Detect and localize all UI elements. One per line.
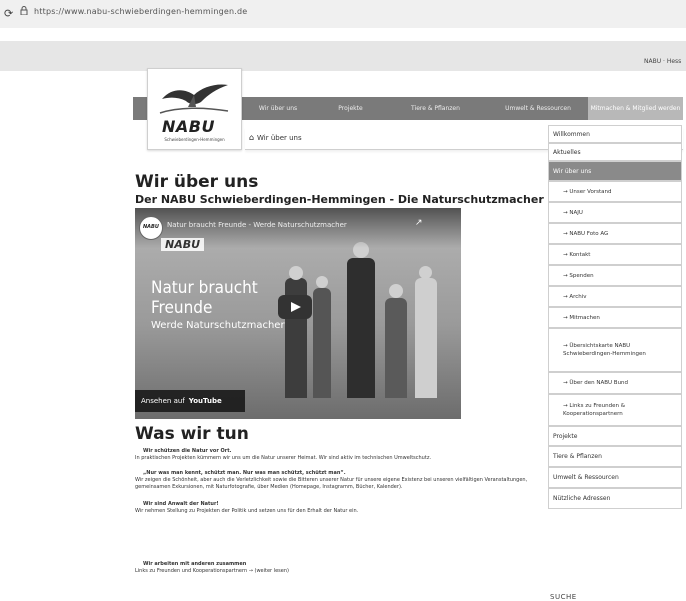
logo-wordmark: NABU: [162, 117, 215, 136]
sidebar-item-willkommen[interactable]: Willkommen: [548, 125, 682, 143]
nav-item-mitmachen[interactable]: Mitmachen & Mitglied werden: [588, 97, 683, 120]
url-field[interactable]: https://www.nabu-schwieberdingen-hemming…: [34, 7, 247, 16]
utility-links[interactable]: NABU · Hess: [644, 58, 681, 65]
nav-item-tiere-pflanzen[interactable]: Tiere & Pflanzen: [388, 97, 483, 120]
watch-label: Ansehen auf: [141, 397, 185, 405]
list-item-lead: Wir schützen die Natur vor Ort.: [143, 448, 232, 454]
video-person-head: [289, 266, 303, 280]
list-item-text: Wir nehmen Stellung zu Projekten der Pol…: [135, 508, 359, 514]
section-title: Was wir tun: [135, 424, 249, 444]
nav-item-umwelt-ressourcen[interactable]: Umwelt & Ressourcen: [503, 97, 573, 120]
share-icon[interactable]: ↗: [415, 218, 423, 228]
page-subtitle: Der NABU Schwieberdingen-Hemmingen - Die…: [135, 193, 544, 206]
video-person: [347, 258, 375, 398]
list-item-text: In praktischen Projekten kümmern wir uns…: [135, 455, 432, 461]
sidebar-item-nabu-bund[interactable]: → Über den NABU Bund: [548, 372, 682, 394]
video-claim-line3: Werde Naturschutzmacher: [151, 320, 285, 331]
breadcrumb-current: Wir über uns: [257, 134, 302, 142]
video-person: [415, 278, 437, 398]
video-person: [313, 288, 331, 398]
video-player[interactable]: NABU Natur braucht Freunde - Werde Natur…: [135, 208, 461, 419]
list-item: Wir sind Anwalt der Natur! Wir nehmen St…: [135, 501, 535, 515]
home-icon[interactable]: ⌂: [249, 133, 254, 142]
sidebar-item-naju[interactable]: → NAJU: [548, 202, 682, 223]
video-claim: Natur braucht Freunde: [151, 278, 258, 318]
channel-avatar-label: NABU: [143, 224, 159, 230]
stork-icon: [159, 84, 229, 114]
page-title: Wir über uns: [135, 172, 259, 192]
sidebar-item-projekte[interactable]: Projekte: [548, 426, 682, 446]
sidebar-item-aktuelles[interactable]: Aktuelles: [548, 143, 682, 161]
list-item: Wir schützen die Natur vor Ort. In prakt…: [135, 448, 535, 462]
header-strip: [0, 41, 686, 71]
list-item-text[interactable]: Links zu Freunden und Kooperationspartne…: [135, 568, 289, 574]
play-button-icon[interactable]: [278, 295, 312, 319]
nav-item-wir-ueber-uns[interactable]: Wir über uns: [243, 97, 313, 120]
sidebar-item-archiv[interactable]: → Archiv: [548, 286, 682, 307]
browser-address-bar: ⟳ https://www.nabu-schwieberdingen-hemmi…: [0, 0, 686, 29]
logo-subtitle: Schwieberdingen-Hemmingen: [164, 137, 225, 142]
video-person: [385, 298, 407, 398]
sidebar-item-adressen[interactable]: Nützliche Adressen: [548, 488, 682, 509]
channel-avatar[interactable]: NABU: [139, 216, 163, 240]
list-item-lead: Wir sind Anwalt der Natur!: [143, 501, 219, 507]
video-overlay-logo: NABU: [161, 238, 205, 251]
video-claim-line2: Freunde: [151, 298, 213, 318]
sidebar-item-foto-ag[interactable]: → NABU Foto AG: [548, 223, 682, 244]
video-person-head: [389, 284, 403, 298]
page: NABU · Hess Wir über uns Projekte Tiere …: [0, 28, 686, 601]
list-item-lead: Wir arbeiten mit anderen zusammen: [143, 561, 247, 567]
sidebar-item-vorstand[interactable]: → Unser Vorstand: [548, 181, 682, 202]
list-item: Wir arbeiten mit anderen zusammen Links …: [135, 561, 535, 575]
video-person-head: [419, 266, 432, 279]
sidebar-item-uebersichtskarte[interactable]: → Übersichtskarte NABU Schwieberdingen-H…: [548, 328, 682, 372]
sidebar-item-umwelt-ressourcen[interactable]: Umwelt & Ressourcen: [548, 467, 682, 488]
watch-on-youtube-button[interactable]: Ansehen auf YouTube: [135, 390, 245, 412]
video-title[interactable]: Natur braucht Freunde - Werde Naturschut…: [167, 221, 347, 229]
sidebar-item-links-partner[interactable]: → Links zu Freunden & Kooperationspartne…: [548, 394, 682, 426]
sidebar-item-tiere-pflanzen[interactable]: Tiere & Pflanzen: [548, 446, 682, 467]
sidebar-item-kontakt[interactable]: → Kontakt: [548, 244, 682, 265]
sidebar-item-wir-ueber-uns[interactable]: Wir über uns: [548, 161, 682, 181]
search-heading: SUCHE: [550, 593, 577, 601]
list-item-lead: „Nur was man kennt, schützt man. Nur was…: [143, 470, 346, 476]
video-claim-line1: Natur braucht: [151, 278, 258, 298]
video-person-head: [316, 276, 328, 288]
sidebar-item-spenden[interactable]: → Spenden: [548, 265, 682, 286]
sidebar-item-mitmachen[interactable]: → Mitmachen: [548, 307, 682, 328]
nabu-logo[interactable]: NABU Schwieberdingen-Hemmingen: [147, 68, 242, 150]
reload-icon[interactable]: ⟳: [4, 7, 13, 20]
lock-icon: [20, 6, 28, 15]
nav-item-projekte[interactable]: Projekte: [313, 97, 388, 120]
list-item: „Nur was man kennt, schützt man. Nur was…: [135, 470, 535, 491]
youtube-brand: YouTube: [188, 397, 222, 405]
list-item-text: Wir zeigen die Schönheit, aber auch die …: [135, 477, 528, 490]
